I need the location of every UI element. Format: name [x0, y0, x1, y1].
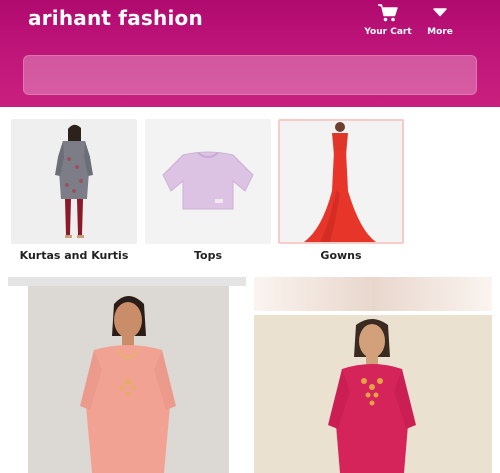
category-image-gown [278, 119, 404, 244]
category-image-top [145, 119, 271, 244]
banner-header-strip [254, 277, 492, 311]
category-label: Kurtas and Kurtis [19, 249, 129, 262]
chevron-down-icon [415, 3, 465, 25]
cart-label: Your Cart [364, 27, 412, 37]
cart-icon [363, 3, 413, 25]
banner-top-strip [8, 277, 246, 286]
brand-logo-text[interactable]: arihant fashion [28, 6, 203, 30]
category-label: Tops [193, 249, 223, 262]
more-label: More [427, 27, 453, 37]
category-kurtas-and-kurtis[interactable]: Kurtas and Kurtis [11, 119, 137, 262]
category-gowns[interactable]: Gowns [278, 119, 404, 262]
category-strip: Kurtas and Kurtis Tops Gowns [0, 119, 500, 269]
category-label: Gowns [320, 249, 362, 262]
more-menu-button[interactable]: More [415, 3, 465, 37]
category-tops[interactable]: Tops [145, 119, 271, 262]
category-image-kurta [11, 119, 137, 244]
product-banner-left[interactable] [8, 277, 246, 473]
product-banner-right[interactable] [254, 277, 492, 473]
search-input[interactable] [23, 55, 477, 95]
app-header: arihant fashion Your Cart More [0, 0, 500, 107]
banner-image-peach-kurta [28, 286, 229, 473]
your-cart-button[interactable]: Your Cart [363, 3, 413, 37]
banner-image-red-kurta [254, 315, 492, 473]
